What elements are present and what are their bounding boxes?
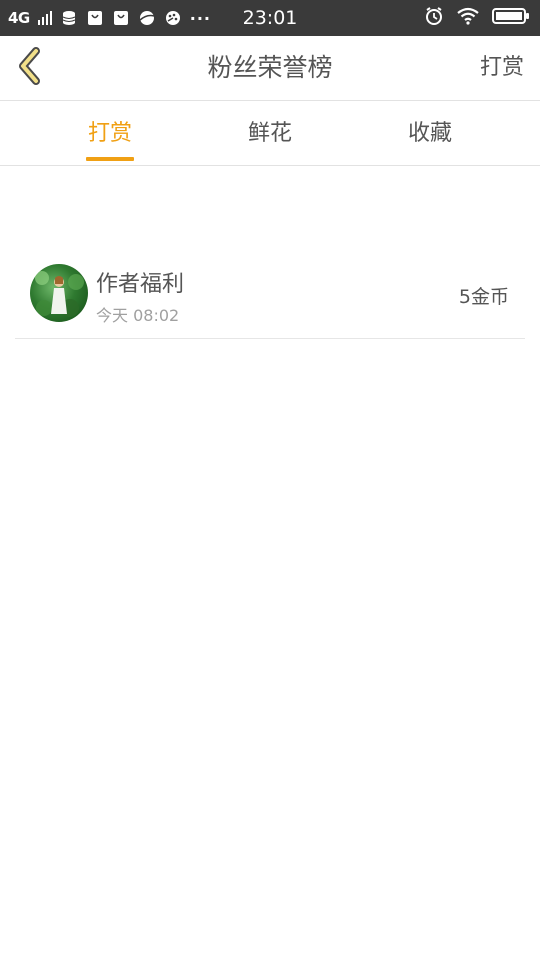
clock-time: 23:01	[242, 7, 298, 29]
tab-bar: 打赏 鲜花 收藏	[0, 101, 540, 166]
item-time: 今天 08:02	[96, 306, 180, 325]
alarm-icon	[424, 6, 444, 30]
wifi-icon	[456, 7, 480, 29]
list-item[interactable]: 作者福利 今天 08:02 5金币	[15, 248, 525, 339]
avatar	[30, 264, 88, 322]
tab-favorites[interactable]: 收藏	[350, 101, 510, 165]
tab-flowers[interactable]: 鲜花	[190, 101, 350, 165]
status-right-icons	[424, 0, 530, 36]
item-amount: 5金币	[458, 286, 509, 308]
tab-reward[interactable]: 打赏	[30, 101, 190, 165]
status-bar: 4G ··· 23:01	[0, 0, 540, 36]
reward-action-button[interactable]: 打赏	[480, 36, 524, 100]
active-tab-indicator	[86, 157, 134, 161]
battery-icon	[492, 7, 530, 29]
nav-bar: 粉丝荣誉榜 打赏	[0, 36, 540, 101]
item-name: 作者福利	[96, 272, 185, 297]
page-title: 粉丝荣誉榜	[207, 53, 333, 82]
